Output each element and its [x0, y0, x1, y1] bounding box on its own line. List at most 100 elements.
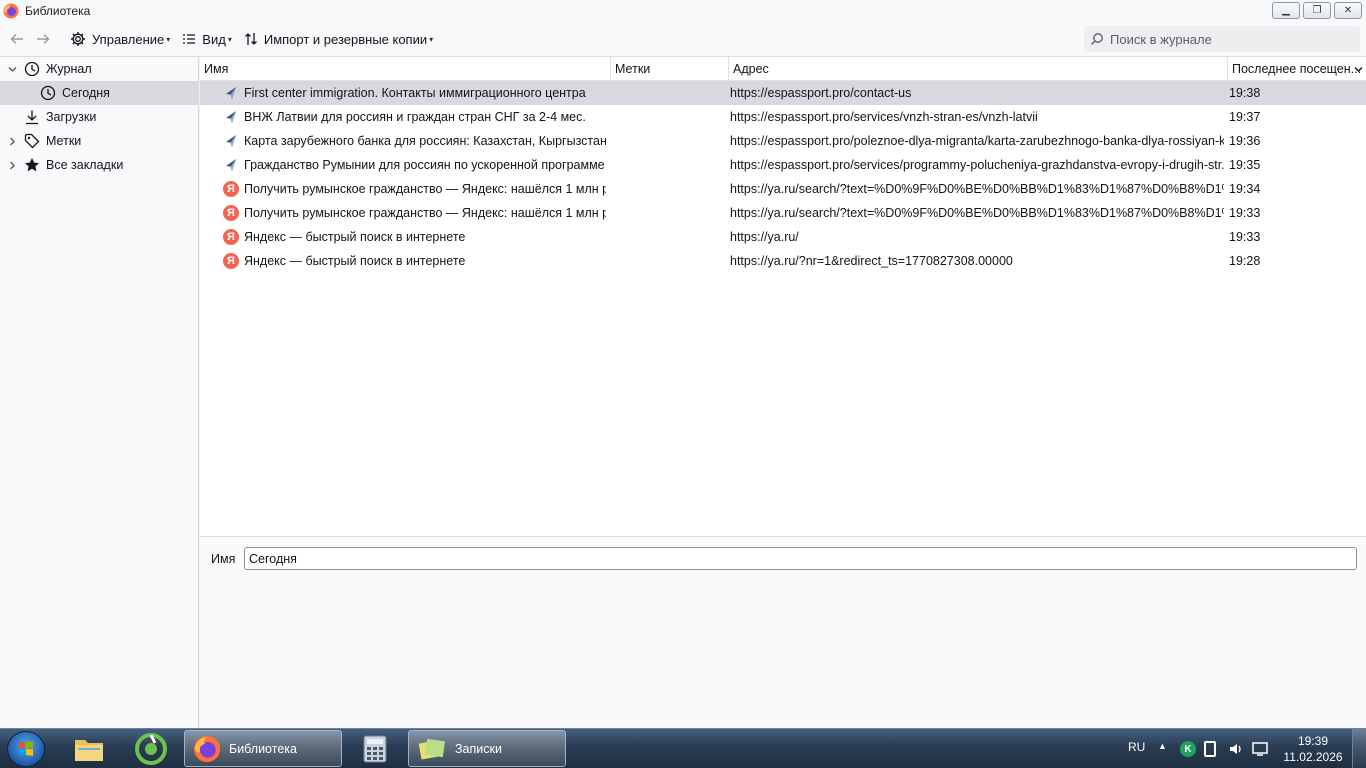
row-name: Получить румынское гражданство — Яндекс:… — [244, 206, 606, 220]
clock-icon — [38, 85, 58, 101]
language-indicator[interactable]: RU — [1128, 740, 1145, 754]
restore-icon: ❐ — [1312, 5, 1322, 16]
tray-expand-icon[interactable]: ▲ — [1158, 741, 1167, 751]
arrow-right-icon — [37, 34, 50, 44]
view-label: Вид — [202, 31, 226, 47]
yandex-icon: Я — [223, 181, 239, 197]
sidebar-item-tags[interactable]: Метки — [0, 129, 199, 153]
table-row[interactable]: Я Получить румынское гражданство — Яндек… — [200, 177, 1366, 201]
table-row[interactable]: Гражданство Румынии для россиян по ускор… — [200, 153, 1366, 177]
row-url: https://espassport.pro/services/programm… — [730, 158, 1224, 172]
column-header-address[interactable]: Адрес — [728, 57, 1227, 81]
kaspersky-icon[interactable]: K — [1180, 741, 1196, 757]
forward-button[interactable] — [30, 26, 56, 52]
history-list: Имя Метки Адрес Последнее посещен... Fir… — [200, 57, 1366, 537]
arrow-left-icon — [10, 34, 23, 44]
search-box[interactable] — [1084, 26, 1360, 52]
name-field-label: Имя — [211, 552, 236, 566]
row-name: Получить румынское гражданство — Яндекс:… — [244, 182, 606, 196]
row-url: https://espassport.pro/contact-us — [730, 86, 912, 100]
green-app-icon — [135, 733, 167, 765]
name-field[interactable] — [244, 547, 1357, 570]
star-icon — [22, 157, 42, 173]
sidebar-item-label: Журнал — [46, 62, 92, 76]
sidebar-item-downloads[interactable]: Загрузки — [0, 105, 199, 129]
search-input[interactable] — [1110, 31, 1350, 47]
chevron-down-icon[interactable] — [6, 65, 18, 74]
column-header-row: Имя Метки Адрес Последнее посещен... — [200, 57, 1366, 81]
toolbar: Управление ▾ Вид ▾ Импорт и резервные копи… — [0, 22, 1366, 57]
table-row[interactable]: First center immigration. Контакты иммиг… — [200, 81, 1366, 105]
column-header-tags[interactable]: Метки — [610, 57, 728, 81]
back-button[interactable] — [4, 26, 30, 52]
taskbar-pin-explorer[interactable] — [60, 731, 118, 767]
organize-label: Управление — [92, 31, 165, 47]
row-time: 19:37 — [1229, 110, 1261, 124]
notes-icon — [418, 738, 446, 759]
calculator-icon — [363, 735, 387, 763]
chevron-down-icon — [1354, 67, 1363, 72]
sidebar-item-today[interactable]: Сегодня — [0, 81, 199, 105]
taskbar-pin-calculator[interactable] — [346, 731, 404, 767]
folder-icon — [75, 740, 103, 761]
taskbar-pin-app[interactable] — [122, 731, 180, 767]
site-favicon-icon — [226, 135, 236, 147]
taskbar-task-library[interactable]: Библиотека — [184, 730, 342, 767]
maximize-button[interactable]: ❐ — [1303, 2, 1331, 19]
row-name: ВНЖ Латвии для россиян и граждан стран С… — [244, 110, 586, 124]
firefox-icon — [3, 3, 19, 19]
firefox-icon — [193, 735, 221, 762]
sidebar-item-label: Загрузки — [46, 110, 97, 124]
table-row[interactable]: Я Яндекс — быстрый поиск в интернете htt… — [200, 225, 1366, 249]
download-icon — [22, 109, 42, 125]
clock[interactable]: 19:39 11.02.2026 — [1278, 733, 1348, 765]
organize-menu-button[interactable]: Управление ▾ — [64, 26, 176, 52]
row-name: First center immigration. Контакты иммиг… — [244, 86, 586, 100]
row-url: https://espassport.pro/poleznoe-dlya-mig… — [730, 134, 1224, 148]
close-button[interactable]: ✕ — [1334, 2, 1362, 19]
table-row[interactable]: Я Получить румынское гражданство — Яндек… — [200, 201, 1366, 225]
sidebar-item-history[interactable]: Журнал — [0, 57, 199, 81]
row-time: 19:34 — [1229, 182, 1261, 196]
gear-icon — [70, 31, 86, 47]
row-time: 19:28 — [1229, 254, 1261, 268]
row-name: Яндекс — быстрый поиск в интернете — [244, 254, 466, 268]
sidebar-item-label: Все закладки — [46, 158, 124, 172]
taskbar-task-notes[interactable]: Записки — [408, 730, 566, 767]
table-row[interactable]: Карта зарубежного банка для россиян: Каз… — [200, 129, 1366, 153]
window-title: Библиотека — [25, 4, 91, 18]
table-row[interactable]: Я Яндекс — быстрый поиск в интернете htt… — [200, 249, 1366, 273]
column-header-last-visit-label: Последнее посещен... — [1232, 62, 1362, 76]
chevron-right-icon[interactable] — [6, 161, 18, 170]
import-backup-menu-button[interactable]: Импорт и резервные копии ▾ — [238, 26, 439, 52]
yandex-icon: Я — [223, 205, 239, 221]
show-desktop-button[interactable] — [1352, 729, 1366, 768]
row-time: 19:35 — [1229, 158, 1261, 172]
close-icon: ✕ — [1343, 5, 1353, 16]
details-pane: Имя — [200, 537, 1366, 728]
minimize-button[interactable]: ▁ — [1272, 2, 1300, 19]
tag-icon — [22, 133, 42, 149]
row-time: 19:36 — [1229, 134, 1261, 148]
row-url: https://ya.ru/search/?text=%D0%9F%D0%BE%… — [730, 206, 1224, 220]
sort-arrows-icon — [244, 32, 258, 46]
table-row[interactable]: ВНЖ Латвии для россиян и граждан стран С… — [200, 105, 1366, 129]
clock-date: 11.02.2026 — [1283, 750, 1343, 764]
task-label: Записки — [455, 741, 502, 756]
sidebar-item-all-bookmarks[interactable]: Все закладки — [0, 153, 199, 177]
task-label: Библиотека — [229, 741, 297, 756]
site-favicon-icon — [226, 159, 236, 171]
start-button[interactable] — [7, 731, 45, 767]
row-time: 19:33 — [1229, 230, 1261, 244]
chevron-down-icon: ▾ — [227, 34, 232, 44]
chevron-right-icon[interactable] — [6, 137, 18, 146]
column-header-name[interactable]: Имя — [200, 57, 610, 81]
volume-icon[interactable] — [1228, 741, 1244, 757]
clock-time: 19:39 — [1297, 734, 1329, 748]
usb-device-icon[interactable] — [1204, 741, 1216, 757]
network-icon[interactable] — [1252, 741, 1270, 757]
view-menu-button[interactable]: Вид ▾ — [176, 26, 238, 52]
column-header-last-visit[interactable]: Последнее посещен... — [1227, 57, 1366, 81]
row-name: Яндекс — быстрый поиск в интернете — [244, 230, 466, 244]
minimize-icon: ▁ — [1282, 5, 1290, 16]
